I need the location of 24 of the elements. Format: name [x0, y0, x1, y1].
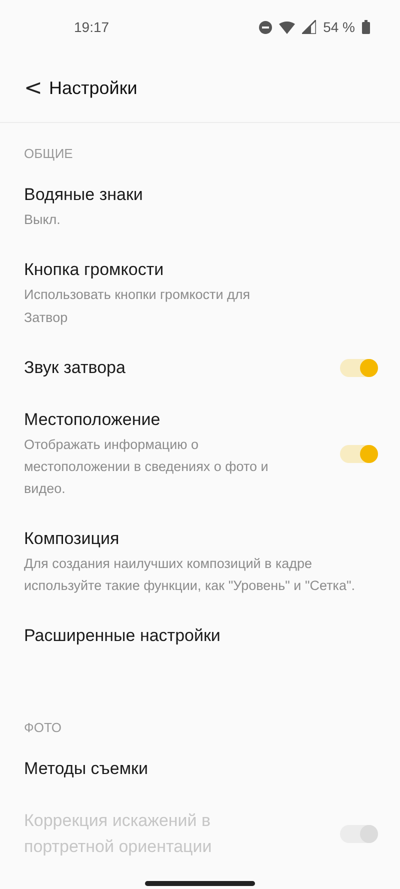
page-title: Настройки — [49, 78, 138, 98]
status-time: 19:17 — [74, 19, 110, 35]
setting-title: Местоположение — [24, 409, 162, 431]
section-header: ФОТО — [23, 719, 62, 737]
setting-description: Для создания наилучших композиций в кадре используйте такие функции, как "Уровень" и "Сетка". — [24, 555, 356, 595]
setting-title: Кнопка громкости — [24, 259, 165, 281]
setting-title: Водяные знаки — [24, 184, 144, 206]
toggle-switch[interactable] — [340, 359, 378, 377]
setting-title: Композиция — [24, 528, 120, 550]
signal-icon — [302, 20, 316, 34]
setting-title: Расширенные настройки — [24, 625, 222, 647]
battery-percent: 54 % — [323, 19, 355, 35]
toggle-switch[interactable] — [340, 444, 378, 462]
section-header: ОБЩИЕ — [23, 145, 74, 163]
setting-title: Методы съемки — [24, 758, 149, 780]
wifi-icon — [279, 20, 296, 34]
back-button[interactable]: < — [20, 76, 42, 100]
setting-value: Затвор — [24, 309, 69, 327]
setting-description: Выкл. — [24, 211, 62, 229]
setting-description: Использовать кнопки громкости для — [24, 286, 252, 304]
battery-icon — [362, 20, 370, 34]
setting-title: Звук затвора — [24, 357, 126, 379]
do-not-disturb-icon — [259, 20, 272, 34]
setting-description: Отображать информацию о местоположении в сведениях о фото и видео. — [24, 436, 270, 498]
